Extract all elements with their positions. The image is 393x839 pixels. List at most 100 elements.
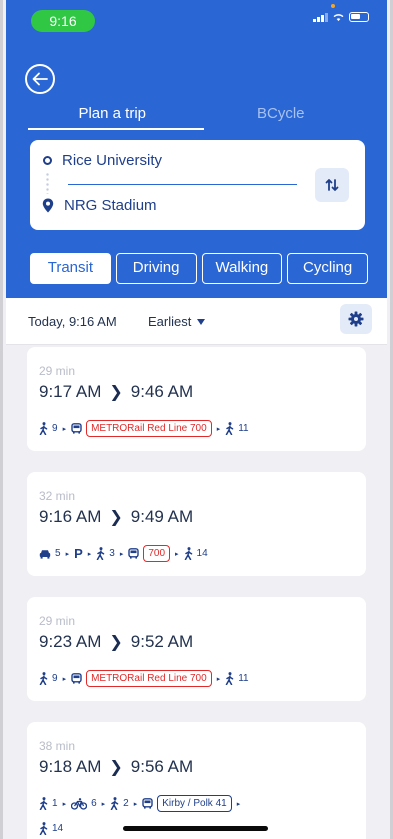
- mode-cycling[interactable]: Cycling: [287, 253, 368, 284]
- route-badge: 700: [143, 545, 171, 562]
- destination-label: NRG Stadium: [64, 197, 157, 214]
- trip-duration: 38 min: [39, 739, 76, 753]
- leg-separator-icon: ▸: [236, 800, 241, 808]
- leg-value: 3: [109, 548, 115, 559]
- walk-icon: [225, 672, 234, 685]
- walk-icon: [225, 422, 234, 435]
- sort-label: Earliest: [148, 314, 192, 329]
- mode-selector: Transit Driving Walking Cycling: [30, 253, 368, 284]
- trip-card[interactable]: 29 min 9:17 AM ❯ 9:46 AM 9 ▸ METRORail R…: [27, 347, 366, 451]
- app-frame: 9:16 Plan a trip BCycle Rice University: [0, 0, 393, 839]
- swap-arrows-icon: [325, 179, 339, 191]
- leg-separator-icon: ▸: [119, 550, 124, 558]
- depart-time: 9:16 AM: [39, 507, 102, 526]
- leg-separator-icon: ▸: [62, 800, 67, 808]
- back-button[interactable]: [25, 64, 55, 94]
- trip-legs: 9 ▸ METRORail Red Line 700 ▸ 11: [39, 670, 249, 687]
- trip-legs: 5 ▸ P ▸ 3 ▸ 700 ▸ 14: [39, 545, 208, 562]
- arrive-time: 9:56 AM: [130, 757, 194, 776]
- depart-time: 9:23 AM: [39, 632, 102, 651]
- leg-value: 9: [52, 423, 58, 434]
- tab-plan-a-trip[interactable]: Plan a trip: [28, 104, 197, 130]
- walk-icon: [39, 672, 48, 685]
- settings-button[interactable]: [340, 304, 372, 334]
- bus-icon: [128, 548, 140, 559]
- mode-transit[interactable]: Transit: [30, 253, 111, 284]
- chevron-right-icon: ❯: [109, 759, 123, 776]
- walk-icon: [39, 422, 48, 435]
- walk-icon: [184, 547, 192, 560]
- arrive-time: 9:49 AM: [130, 507, 194, 526]
- location-pin-icon: [42, 198, 54, 213]
- departure-time[interactable]: Today, 9:16 AM: [28, 314, 117, 329]
- trip-legs: 1 ▸ 6 ▸ 2 ▸ Kirby / Polk 41 ▸: [39, 795, 241, 812]
- leg-value: 6: [91, 798, 97, 809]
- leg-value: 14: [52, 823, 64, 834]
- trip-card[interactable]: 32 min 9:16 AM ❯ 9:49 AM 5 ▸ P ▸ 3 ▸ 700…: [27, 472, 366, 576]
- mode-driving[interactable]: Driving: [115, 253, 197, 284]
- trip-duration: 32 min: [39, 489, 76, 503]
- walk-icon: [39, 822, 48, 835]
- battery-icon: [349, 12, 369, 22]
- sort-dropdown[interactable]: Earliest: [148, 314, 206, 329]
- leg-separator-icon: ▸: [175, 550, 179, 558]
- trip-duration: 29 min: [39, 614, 76, 628]
- walk-icon: [97, 547, 105, 560]
- leg-separator-icon: ▸: [216, 675, 221, 683]
- destination-field[interactable]: NRG Stadium: [42, 197, 157, 214]
- bus-icon: [71, 423, 82, 434]
- origin-label: Rice University: [62, 152, 163, 169]
- bike-icon: [71, 797, 88, 810]
- route-divider: [68, 184, 297, 185]
- bus-icon: [142, 798, 153, 809]
- trip-duration: 29 min: [39, 364, 76, 378]
- status-icons: [313, 12, 369, 22]
- active-tab-underline: [28, 128, 204, 130]
- car-icon: [39, 549, 51, 559]
- trip-card[interactable]: 38 min 9:18 AM ❯ 9:56 AM 1 ▸ 6 ▸ 2 ▸ Kir…: [27, 722, 366, 839]
- wifi-icon: [333, 14, 344, 22]
- privacy-indicator-dot: [331, 4, 335, 8]
- trip-times: 9:23 AM ❯ 9:52 AM: [39, 632, 193, 652]
- chevron-right-icon: ❯: [109, 509, 123, 526]
- route-badge: METRORail Red Line 700: [86, 420, 212, 437]
- mode-walking[interactable]: Walking: [201, 253, 283, 284]
- leg-value: 1: [52, 798, 58, 809]
- leg-separator-icon: ▸: [62, 675, 67, 683]
- walk-icon: [39, 797, 48, 810]
- arrive-time: 9:52 AM: [130, 632, 194, 651]
- header: 9:16 Plan a trip BCycle Rice University: [6, 0, 387, 298]
- depart-time: 9:18 AM: [39, 757, 102, 776]
- trip-card[interactable]: 29 min 9:23 AM ❯ 9:52 AM 9 ▸ METRORail R…: [27, 597, 366, 701]
- origin-field[interactable]: Rice University: [42, 152, 162, 169]
- cellular-signal-icon: [313, 12, 328, 22]
- leg-value: 5: [55, 548, 61, 559]
- swap-route-button[interactable]: [315, 168, 349, 202]
- arrive-time: 9:46 AM: [130, 382, 194, 401]
- depart-time: 9:17 AM: [39, 382, 102, 401]
- trip-legs: 9 ▸ METRORail Red Line 700 ▸ 11: [39, 420, 249, 437]
- leg-value: 2: [123, 798, 129, 809]
- bus-icon: [71, 673, 82, 684]
- route-connector-dots: [46, 172, 49, 194]
- trip-times: 9:16 AM ❯ 9:49 AM: [39, 507, 193, 527]
- origin-marker-icon: [43, 156, 52, 165]
- chevron-right-icon: ❯: [109, 634, 123, 651]
- header-tabs: Plan a trip BCycle: [28, 104, 365, 130]
- leg-separator-icon: ▸: [87, 550, 92, 558]
- trip-results-list: 29 min 9:17 AM ❯ 9:46 AM 9 ▸ METRORail R…: [6, 345, 387, 839]
- arrow-left-icon: [32, 72, 48, 86]
- tab-bcycle[interactable]: BCycle: [197, 104, 366, 130]
- route-card: Rice University NRG Stadium: [30, 140, 365, 230]
- leg-separator-icon: ▸: [65, 550, 70, 558]
- leg-value: 11: [238, 673, 249, 684]
- leg-value: 9: [52, 673, 58, 684]
- home-indicator[interactable]: [123, 826, 268, 831]
- caret-down-icon: [197, 318, 206, 325]
- status-bar: 9:16: [6, 0, 387, 40]
- leg-value: 14: [196, 548, 208, 559]
- trip-legs-overflow: 14: [39, 822, 63, 835]
- trip-times: 9:17 AM ❯ 9:46 AM: [39, 382, 193, 402]
- leg-separator-icon: ▸: [133, 800, 138, 808]
- leg-separator-icon: ▸: [216, 425, 221, 433]
